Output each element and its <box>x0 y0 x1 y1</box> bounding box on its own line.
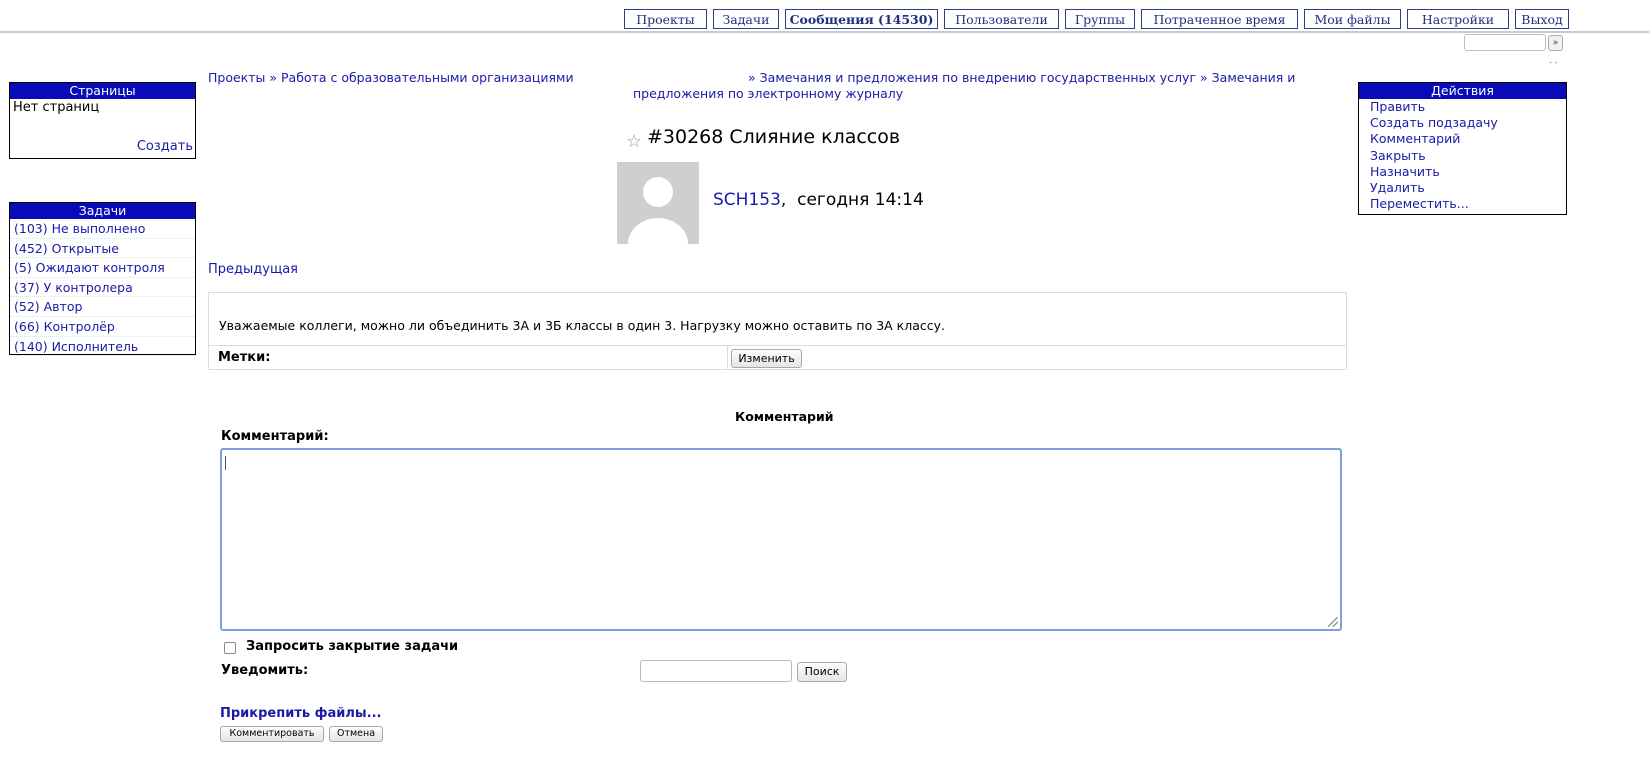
breadcrumb-journal-part2[interactable]: предложения по электронному журналу <box>633 86 903 101</box>
comment-textarea[interactable] <box>220 448 1342 631</box>
pages-panel-title: Страницы <box>10 83 195 99</box>
tasks-filter-controller[interactable]: (66) Контролёр <box>10 317 195 337</box>
action-delete[interactable]: Удалить <box>1359 180 1566 196</box>
attach-files-link[interactable]: Прикрепить файлы... <box>220 706 381 721</box>
action-edit[interactable]: Править <box>1359 99 1566 115</box>
tags-divider <box>727 346 728 370</box>
tab-projects[interactable]: Проекты <box>624 9 707 29</box>
tab-users[interactable]: Пользователи <box>944 9 1059 29</box>
task-title: #30268 Слияние классов <box>647 126 901 148</box>
action-close[interactable]: Закрыть <box>1359 148 1566 164</box>
breadcrumb-continued: » Замечания и предложения по внедрению г… <box>748 70 1295 85</box>
breadcrumb-separator: » <box>1200 70 1208 85</box>
tab-messages[interactable]: Сообщения (14530) <box>785 9 938 29</box>
action-move[interactable]: Переместить... <box>1359 196 1566 212</box>
text-caret <box>225 456 226 470</box>
author-line: SCH153, сегодня 14:14 <box>713 190 924 210</box>
request-close-label: Запросить закрытие задачи <box>246 639 459 654</box>
previous-link[interactable]: Предыдущая <box>208 262 298 277</box>
tags-row: Метки: Изменить <box>209 345 1346 370</box>
tab-settings[interactable]: Настройки <box>1407 9 1509 29</box>
change-tags-button[interactable]: Изменить <box>731 349 802 368</box>
task-date: сегодня 14:14 <box>797 190 924 210</box>
tab-spent-time[interactable]: Потраченное время <box>1141 9 1298 29</box>
tasks-filter-executor[interactable]: (140) Исполнитель <box>10 337 195 357</box>
tab-tasks[interactable]: Задачи <box>713 9 779 29</box>
search-input[interactable] <box>1464 34 1546 51</box>
tasks-panel: Задачи (103) Не выполнено (452) Открытые… <box>9 202 196 357</box>
task-body: Уважаемые коллеги, можно ли объединить 3… <box>219 318 945 333</box>
tasks-filter-author[interactable]: (52) Автор <box>10 297 195 317</box>
actions-panel: Действия Править Создать подзадачу Комме… <box>1358 82 1567 215</box>
notify-input[interactable] <box>640 660 792 682</box>
tab-my-files[interactable]: Мои файлы <box>1304 9 1401 29</box>
task-message-table: Уважаемые коллеги, можно ли объединить 3… <box>208 292 1347 370</box>
tasks-panel-title: Задачи <box>10 203 195 219</box>
breadcrumb-separator: » <box>269 70 278 85</box>
separator-dots: - - <box>1549 58 1558 67</box>
breadcrumb-separator: » <box>748 70 756 85</box>
cancel-button[interactable]: Отмена <box>329 726 383 742</box>
breadcrumb-projects[interactable]: Проекты <box>208 70 265 85</box>
pages-empty-text: Нет страниц <box>13 100 100 115</box>
header-divider <box>0 31 1649 33</box>
breadcrumb-education-orgs[interactable]: Работа с образовательными организациями <box>281 70 574 85</box>
star-icon[interactable]: ☆ <box>626 131 642 152</box>
comment-heading: Комментарий <box>735 409 834 424</box>
breadcrumb-line2: предложения по электронному журналу <box>633 86 903 101</box>
comment-label: Комментарий: <box>221 429 329 444</box>
actions-panel-title: Действия <box>1359 83 1566 99</box>
tab-logout[interactable]: Выход <box>1515 9 1569 29</box>
breadcrumb-gov-services[interactable]: Замечания и предложения по внедрению гос… <box>760 70 1196 85</box>
user-silhouette-icon <box>628 177 688 244</box>
tags-label: Метки: <box>218 350 271 365</box>
action-comment[interactable]: Комментарий <box>1359 131 1566 147</box>
breadcrumb-journal-part1[interactable]: Замечания и <box>1212 70 1296 85</box>
tab-groups[interactable]: Группы <box>1065 9 1135 29</box>
breadcrumb: Проекты » Работа с образовательными орга… <box>208 70 574 85</box>
resize-grip-icon[interactable] <box>1328 617 1338 627</box>
action-assign[interactable]: Назначить <box>1359 164 1566 180</box>
avatar <box>617 162 699 244</box>
tasks-filter-awaiting-control[interactable]: (5) Ожидают контроля <box>10 258 195 278</box>
tasks-filter-open[interactable]: (452) Открытые <box>10 239 195 259</box>
search-go-button[interactable]: » <box>1548 35 1563 51</box>
tasks-filter-not-done[interactable]: (103) Не выполнено <box>10 219 195 239</box>
pages-panel: Страницы Нет страниц Создать <box>9 82 196 159</box>
create-page-link[interactable]: Создать <box>137 139 193 154</box>
author-link[interactable]: SCH153 <box>713 190 781 210</box>
notify-label: Уведомить: <box>221 663 309 678</box>
author-comma: , <box>780 190 798 210</box>
action-create-subtask[interactable]: Создать подзадачу <box>1359 115 1566 131</box>
tasks-filter-at-controller[interactable]: (37) У контролера <box>10 278 195 298</box>
submit-comment-button[interactable]: Комментировать <box>220 726 324 742</box>
request-close-checkbox[interactable] <box>224 642 236 654</box>
notify-search-button[interactable]: Поиск <box>797 662 847 682</box>
